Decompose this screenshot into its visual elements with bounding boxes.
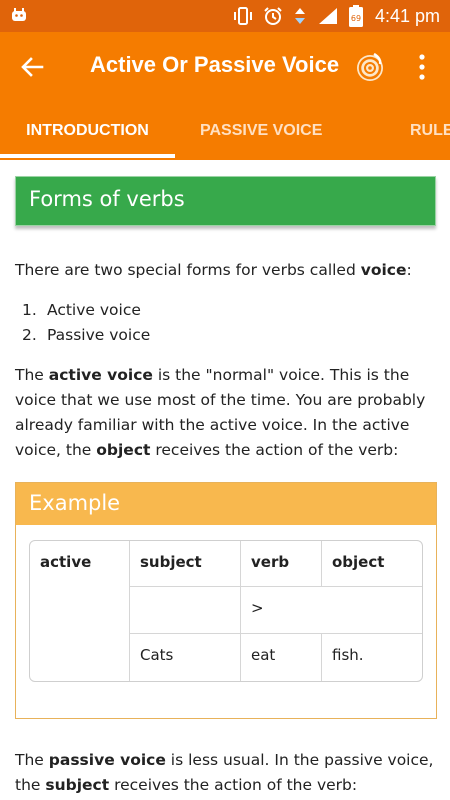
content-scroll[interactable]: Forms of verbs There are two special for… (0, 160, 450, 800)
list-item: 1. Active voice (22, 298, 422, 323)
table-cell-subject: Cats (130, 634, 241, 681)
list-item: 2. Passive voice (22, 323, 422, 348)
tab-indicator (0, 154, 175, 158)
more-vert-icon[interactable] (414, 52, 430, 82)
data-arrows-icon (294, 8, 305, 24)
section-title: Forms of verbs (29, 187, 185, 211)
table-header-verb: verb (241, 541, 322, 587)
list-text: Active voice (47, 301, 141, 319)
battery-level-text: 69 (351, 14, 361, 23)
table-cell-arrow: > (241, 587, 422, 634)
table-cell (130, 587, 241, 634)
para-bold: subject (45, 776, 110, 794)
example-title: Example (29, 491, 121, 515)
status-bar: 69 4:41 pm (0, 0, 450, 32)
para-bold: passive voice (48, 751, 166, 769)
list-text: Passive voice (47, 326, 151, 344)
passive-voice-paragraph: The passive voice is less usual. In the … (15, 748, 437, 798)
section-header: Forms of verbs (15, 176, 436, 226)
tab-passive-voice[interactable]: PASSIVE VOICE (200, 102, 322, 160)
voice-list: 1. Active voice 2. Passive voice (22, 298, 422, 348)
example-table: active subject verb object > Cats eat fi… (29, 540, 423, 682)
intro-text-end: : (406, 261, 412, 279)
tab-introduction[interactable]: INTRODUCTION (0, 102, 175, 160)
app-logo-icon[interactable] (354, 51, 386, 83)
active-voice-paragraph: The active voice is the "normal" voice. … (15, 363, 437, 463)
table-cell-object: fish. (332, 646, 364, 664)
para-bold: active voice (48, 366, 153, 384)
para-bold: object (96, 441, 151, 459)
intro-paragraph: There are two special forms for verbs ca… (15, 258, 437, 283)
tab-bar: INTRODUCTION PASSIVE VOICE RULE (0, 102, 450, 160)
example-box: Example active subject verb object > Cat… (15, 482, 437, 719)
table-cell-verb: eat (241, 634, 322, 681)
app-bar: Active Or Passive Voice (0, 32, 450, 102)
signal-icon (318, 8, 337, 24)
android-debug-icon (12, 8, 26, 21)
arrow-back-icon[interactable] (18, 53, 46, 81)
tab-rule[interactable]: RULE (410, 102, 450, 160)
battery-icon: 69 (348, 5, 363, 27)
intro-bold: voice (360, 261, 407, 279)
status-time: 4:41 pm (374, 5, 440, 26)
alarm-icon (264, 7, 282, 25)
list-number: 1. (22, 301, 37, 319)
para-text: receives the action of the verb: (150, 441, 399, 459)
table-header-object: object (322, 541, 422, 587)
vibrate-icon (233, 7, 252, 25)
list-number: 2. (22, 326, 37, 344)
intro-text: There are two special forms for verbs ca… (15, 261, 361, 279)
table-row-label: active (30, 541, 130, 681)
page-title: Active Or Passive Voice (90, 52, 340, 77)
table-header-subject: subject (130, 541, 241, 587)
para-text: The (15, 366, 49, 384)
example-header: Example (16, 483, 436, 525)
para-text: receives the action of the verb: (109, 776, 358, 794)
para-text: The (15, 751, 49, 769)
